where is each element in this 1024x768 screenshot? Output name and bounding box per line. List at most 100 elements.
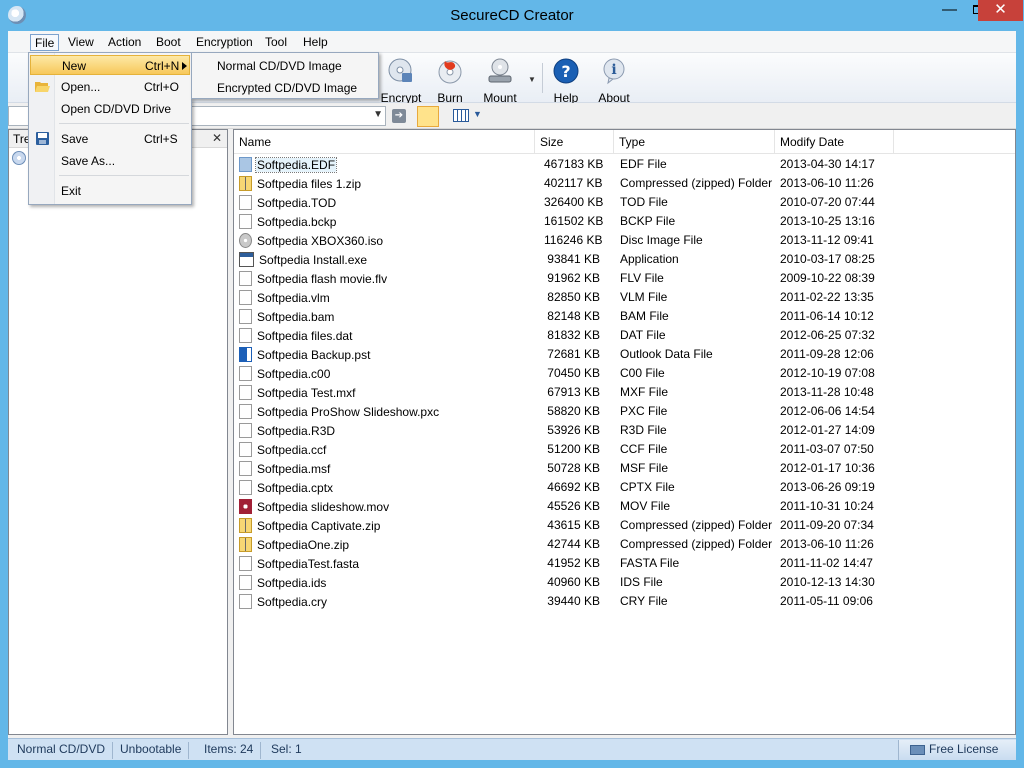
zip-file-icon [239,176,252,191]
file-size: 82850 KB [547,290,600,304]
file-type: R3D File [620,423,667,437]
file-type: Disc Image File [620,233,703,247]
tree-root-disc-icon[interactable] [12,151,26,165]
column-size[interactable]: Size [535,130,614,154]
file-date: 2013-06-26 09:19 [780,480,875,494]
table-row[interactable]: SoftpediaOne.zip 42744 KB Compressed (zipp… [234,535,1015,554]
file-name: Softpedia files 1.zip [257,177,362,191]
about-button[interactable]: i About [592,57,636,105]
file-file-icon [239,385,252,400]
table-row[interactable]: Softpedia.vlm 82850 KB VLM File 2011-02-22 … [234,288,1015,307]
table-row[interactable]: Softpedia.ccf 51200 KB CCF File 2011-03-07 … [234,440,1015,459]
submenu-normal-image[interactable]: Normal CD/DVD Image [217,56,342,76]
file-file-icon [239,328,252,343]
file-name: Softpedia.R3D [257,424,336,438]
file-name-cell: Softpedia files 1.zip [239,176,539,191]
encrypt-button[interactable]: Encrypt [379,57,423,105]
free-license-button[interactable]: Free License [898,740,1016,760]
table-row[interactable]: Softpedia.cry 39440 KB CRY File 2011-05-11 … [234,592,1015,611]
table-row[interactable]: Softpedia Backup.pst 72681 KB Outlook Data… [234,345,1015,364]
column-modify-date[interactable]: Modify Date [775,130,894,154]
table-row[interactable]: Softpedia.c00 70450 KB C00 File 2012-10-19 … [234,364,1015,383]
file-type: C00 File [620,366,665,380]
table-row[interactable]: Softpedia Test.mxf 67913 KB MXF File 2013-1… [234,383,1015,402]
status-mode: Normal CD/DVD [10,742,114,759]
menu-item-open-drive[interactable]: Open CD/DVD Drive [30,99,190,119]
file-type: Outlook Data File [620,347,713,361]
file-date: 2012-01-27 14:09 [780,423,875,437]
tree-close-icon[interactable]: ✕ [212,131,222,145]
menu-help[interactable]: Help [299,34,332,51]
open-folder-button[interactable] [417,106,439,127]
file-name-cell: Softpedia.c00 [239,366,539,381]
menu-item-new-shortcut: Ctrl+N [145,59,180,73]
menu-item-open[interactable]: Open... Ctrl+O [30,77,190,97]
exe-file-icon [239,252,254,267]
table-row[interactable]: Softpedia files.dat 81832 KB DAT File 2012-… [234,326,1015,345]
menu-encryption[interactable]: Encryption [192,34,257,51]
file-date: 2013-06-10 11:26 [780,537,874,551]
file-name-cell: Softpedia XBOX360.iso [239,233,539,248]
new-submenu: Normal CD/DVD Image Encrypted CD/DVD Ima… [191,52,379,99]
file-type: DAT File [620,328,666,342]
table-row[interactable]: Softpedia Install.exe 93841 KB Application… [234,250,1015,269]
table-row[interactable]: Softpedia slideshow.mov 45526 KB MOV File 2… [234,497,1015,516]
table-row[interactable]: Softpedia files 1.zip 402117 KB Compressed… [234,174,1015,193]
view-mode-icon[interactable] [453,109,469,122]
file-date: 2011-02-22 13:35 [780,290,874,304]
iso-file-icon [239,233,252,248]
menu-view[interactable]: View [64,34,98,51]
table-row[interactable]: Softpedia ProShow Slideshow.pxc 58820 KB P… [234,402,1015,421]
file-file-icon [239,480,252,495]
chevron-down-icon[interactable]: ▼ [373,109,383,120]
menu-tool[interactable]: Tool [261,34,291,51]
file-name-cell: Softpedia Test.mxf [239,385,539,400]
file-date: 2013-11-12 09:41 [780,233,874,247]
menu-item-save[interactable]: Save Ctrl+S [30,129,190,149]
file-type: FLV File [620,271,664,285]
table-row[interactable]: Softpedia.bckp 161502 KB BCKP File 2013-10-… [234,212,1015,231]
file-file-icon [239,290,252,305]
burn-button[interactable]: Burn [428,57,472,105]
table-row[interactable]: Softpedia XBOX360.iso 116246 KB Disc Image… [234,231,1015,250]
menu-file[interactable]: File [30,34,60,51]
mount-button[interactable]: Mount [478,57,522,105]
file-name-cell: Softpedia.ccf [239,442,539,457]
mount-dropdown-arrow[interactable]: ▼ [528,75,536,84]
file-size: 116246 KB [544,233,603,247]
close-button[interactable]: ✕ [978,0,1023,21]
table-row[interactable]: Softpedia flash movie.flv 91962 KB FLV Fil… [234,269,1015,288]
table-row[interactable]: Softpedia.EDF 467183 KB EDF File 2013-04-30… [234,155,1015,174]
column-type[interactable]: Type [614,130,775,154]
table-row[interactable]: Softpedia.ids 40960 KB IDS File 2010-12-13 … [234,573,1015,592]
table-row[interactable]: Softpedia.msf 50728 KB MSF File 2012-01-17 … [234,459,1015,478]
menu-item-new[interactable]: New Ctrl+N [30,55,190,75]
table-row[interactable]: Softpedia Captivate.zip 43615 KB Compresse… [234,516,1015,535]
table-row[interactable]: Softpedia.R3D 53926 KB R3D File 2012-01-27 … [234,421,1015,440]
submenu-encrypted-image[interactable]: Encrypted CD/DVD Image [217,78,357,98]
file-size: 402117 KB [544,176,603,190]
zip-file-icon [239,537,252,552]
go-arrow-button[interactable]: ➔ [392,109,406,123]
menu-boot[interactable]: Boot [152,34,185,51]
view-mode-dropdown-arrow[interactable]: ▼ [473,109,482,119]
file-name: Softpedia Install.exe [259,253,368,267]
help-button[interactable]: ? Help [544,57,588,105]
file-name: Softpedia files.dat [257,329,353,343]
about-icon: i [603,58,625,85]
file-name-cell: Softpedia.msf [239,461,539,476]
file-type: CCF File [620,442,668,456]
file-file-icon [239,214,252,229]
minimize-button[interactable]: — [935,0,964,21]
table-row[interactable]: Softpedia.cptx 46692 KB CPTX File 2013-06-2… [234,478,1015,497]
file-type: Compressed (zipped) Folder [620,537,773,551]
menu-item-exit[interactable]: Exit [30,181,190,201]
column-name[interactable]: Name [234,130,535,154]
table-row[interactable]: Softpedia.TOD 326400 KB TOD File 2010-07-20… [234,193,1015,212]
file-date: 2011-10-31 10:24 [780,499,874,513]
file-file-icon [239,556,252,571]
menu-item-save-as[interactable]: Save As... [30,151,190,171]
table-row[interactable]: SoftpediaTest.fasta 41952 KB FASTA File 201… [234,554,1015,573]
table-row[interactable]: Softpedia.bam 82148 KB BAM File 2011-06-14 … [234,307,1015,326]
menu-action[interactable]: Action [104,34,145,51]
